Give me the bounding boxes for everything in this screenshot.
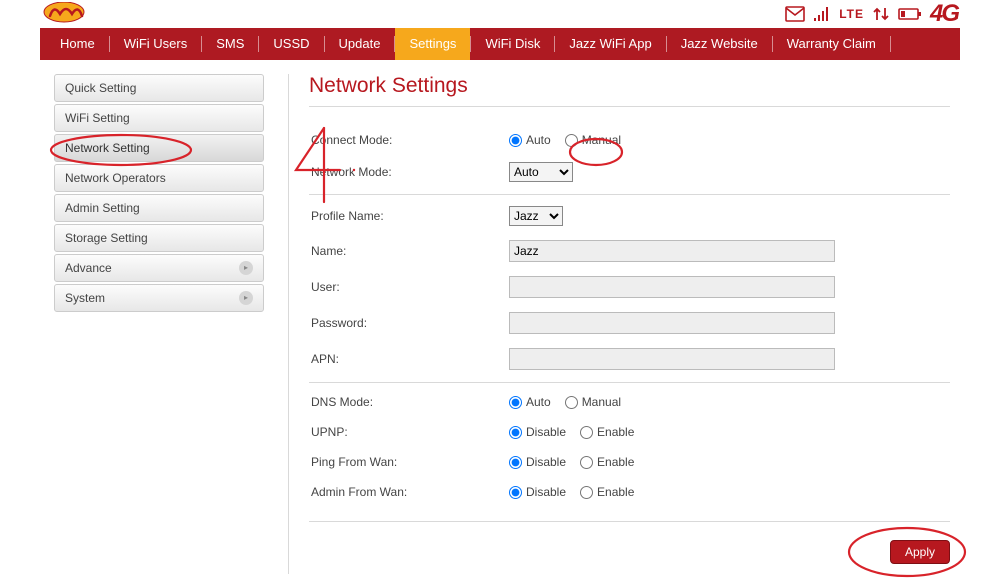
sidebar-item-network-operators[interactable]: Network Operators: [54, 164, 264, 192]
upnp-enable[interactable]: Enable: [580, 425, 634, 439]
dns-mode-manual[interactable]: Manual: [565, 395, 621, 409]
brand-logo: [42, 2, 92, 26]
page-title: Network Settings: [309, 74, 950, 107]
admin-wan-label: Admin From Wan:: [309, 485, 509, 499]
settings-sidebar: Quick SettingWiFi SettingNetwork Setting…: [40, 74, 264, 574]
sidebar-item-wifi-setting[interactable]: WiFi Setting: [54, 104, 264, 132]
signal-icon: [813, 6, 831, 22]
sidebar-item-label: Storage Setting: [65, 224, 148, 252]
network-mode-label: Network Mode:: [309, 165, 509, 179]
sidebar-item-label: System: [65, 284, 105, 312]
nav-separator: [890, 36, 891, 52]
password-input[interactable]: [509, 312, 835, 334]
connect-mode-manual[interactable]: Manual: [565, 133, 621, 147]
sidebar-item-label: Quick Setting: [65, 74, 136, 102]
updown-icon: [872, 5, 890, 23]
user-label: User:: [309, 280, 509, 294]
nav-sms[interactable]: SMS: [202, 28, 258, 60]
connect-mode-group: Auto Manual: [509, 133, 621, 147]
dns-mode-label: DNS Mode:: [309, 395, 509, 409]
apply-button[interactable]: Apply: [890, 540, 950, 564]
chevron-right-icon: ▸: [239, 261, 253, 275]
nav-settings[interactable]: Settings: [395, 28, 470, 60]
nav-jazz-wifi-app[interactable]: Jazz WiFi App: [555, 28, 665, 60]
sidebar-item-label: WiFi Setting: [65, 104, 130, 132]
nav-jazz-website[interactable]: Jazz Website: [667, 28, 772, 60]
dns-mode-auto[interactable]: Auto: [509, 395, 551, 409]
sidebar-item-label: Admin Setting: [65, 194, 140, 222]
lte-label: LTE: [839, 7, 864, 21]
sidebar-item-label: Advance: [65, 254, 112, 282]
header-bar: LTE 4G: [40, 0, 960, 28]
battery-icon: [898, 7, 922, 21]
dns-mode-group: Auto Manual: [509, 395, 621, 409]
user-input[interactable]: [509, 276, 835, 298]
ping-wan-enable[interactable]: Enable: [580, 455, 634, 469]
profile-name-select[interactable]: Jazz: [509, 206, 563, 226]
fourg-logo: 4G: [930, 2, 958, 26]
ping-wan-disable[interactable]: Disable: [509, 455, 566, 469]
nav-home[interactable]: Home: [46, 28, 109, 60]
name-input[interactable]: [509, 240, 835, 262]
nav-update[interactable]: Update: [325, 28, 395, 60]
sidebar-item-label: Network Operators: [65, 164, 166, 192]
nav-wifi-disk[interactable]: WiFi Disk: [471, 28, 554, 60]
main-nav: HomeWiFi UsersSMSUSSDUpdateSettingsWiFi …: [40, 28, 960, 60]
connect-mode-label: Connect Mode:: [309, 133, 509, 147]
nav-warranty-claim[interactable]: Warranty Claim: [773, 28, 890, 60]
name-label: Name:: [309, 244, 509, 258]
network-mode-select[interactable]: Auto: [509, 162, 573, 182]
admin-wan-disable[interactable]: Disable: [509, 485, 566, 499]
ping-wan-label: Ping From Wan:: [309, 455, 509, 469]
main-panel: Network Settings Connect Mode: Auto Manu…: [309, 74, 960, 574]
apn-input[interactable]: [509, 348, 835, 370]
admin-wan-enable[interactable]: Enable: [580, 485, 634, 499]
connect-mode-auto[interactable]: Auto: [509, 133, 551, 147]
sidebar-item-system[interactable]: System ▸: [54, 284, 264, 312]
nav-wifi-users[interactable]: WiFi Users: [110, 28, 202, 60]
profile-name-label: Profile Name:: [309, 209, 509, 223]
sidebar-item-admin-setting[interactable]: Admin Setting: [54, 194, 264, 222]
sidebar-item-advance[interactable]: Advance ▸: [54, 254, 264, 282]
chevron-right-icon: ▸: [239, 291, 253, 305]
sidebar-item-label: Network Setting: [65, 134, 150, 162]
vertical-divider: [288, 74, 289, 574]
upnp-disable[interactable]: Disable: [509, 425, 566, 439]
apn-label: APN:: [309, 352, 509, 366]
sidebar-item-quick-setting[interactable]: Quick Setting: [54, 74, 264, 102]
sidebar-item-storage-setting[interactable]: Storage Setting: [54, 224, 264, 252]
sidebar-item-network-setting[interactable]: Network Setting: [54, 134, 264, 162]
mail-icon[interactable]: [785, 6, 805, 22]
nav-ussd[interactable]: USSD: [259, 28, 323, 60]
password-label: Password:: [309, 316, 509, 330]
upnp-label: UPNP:: [309, 425, 509, 439]
